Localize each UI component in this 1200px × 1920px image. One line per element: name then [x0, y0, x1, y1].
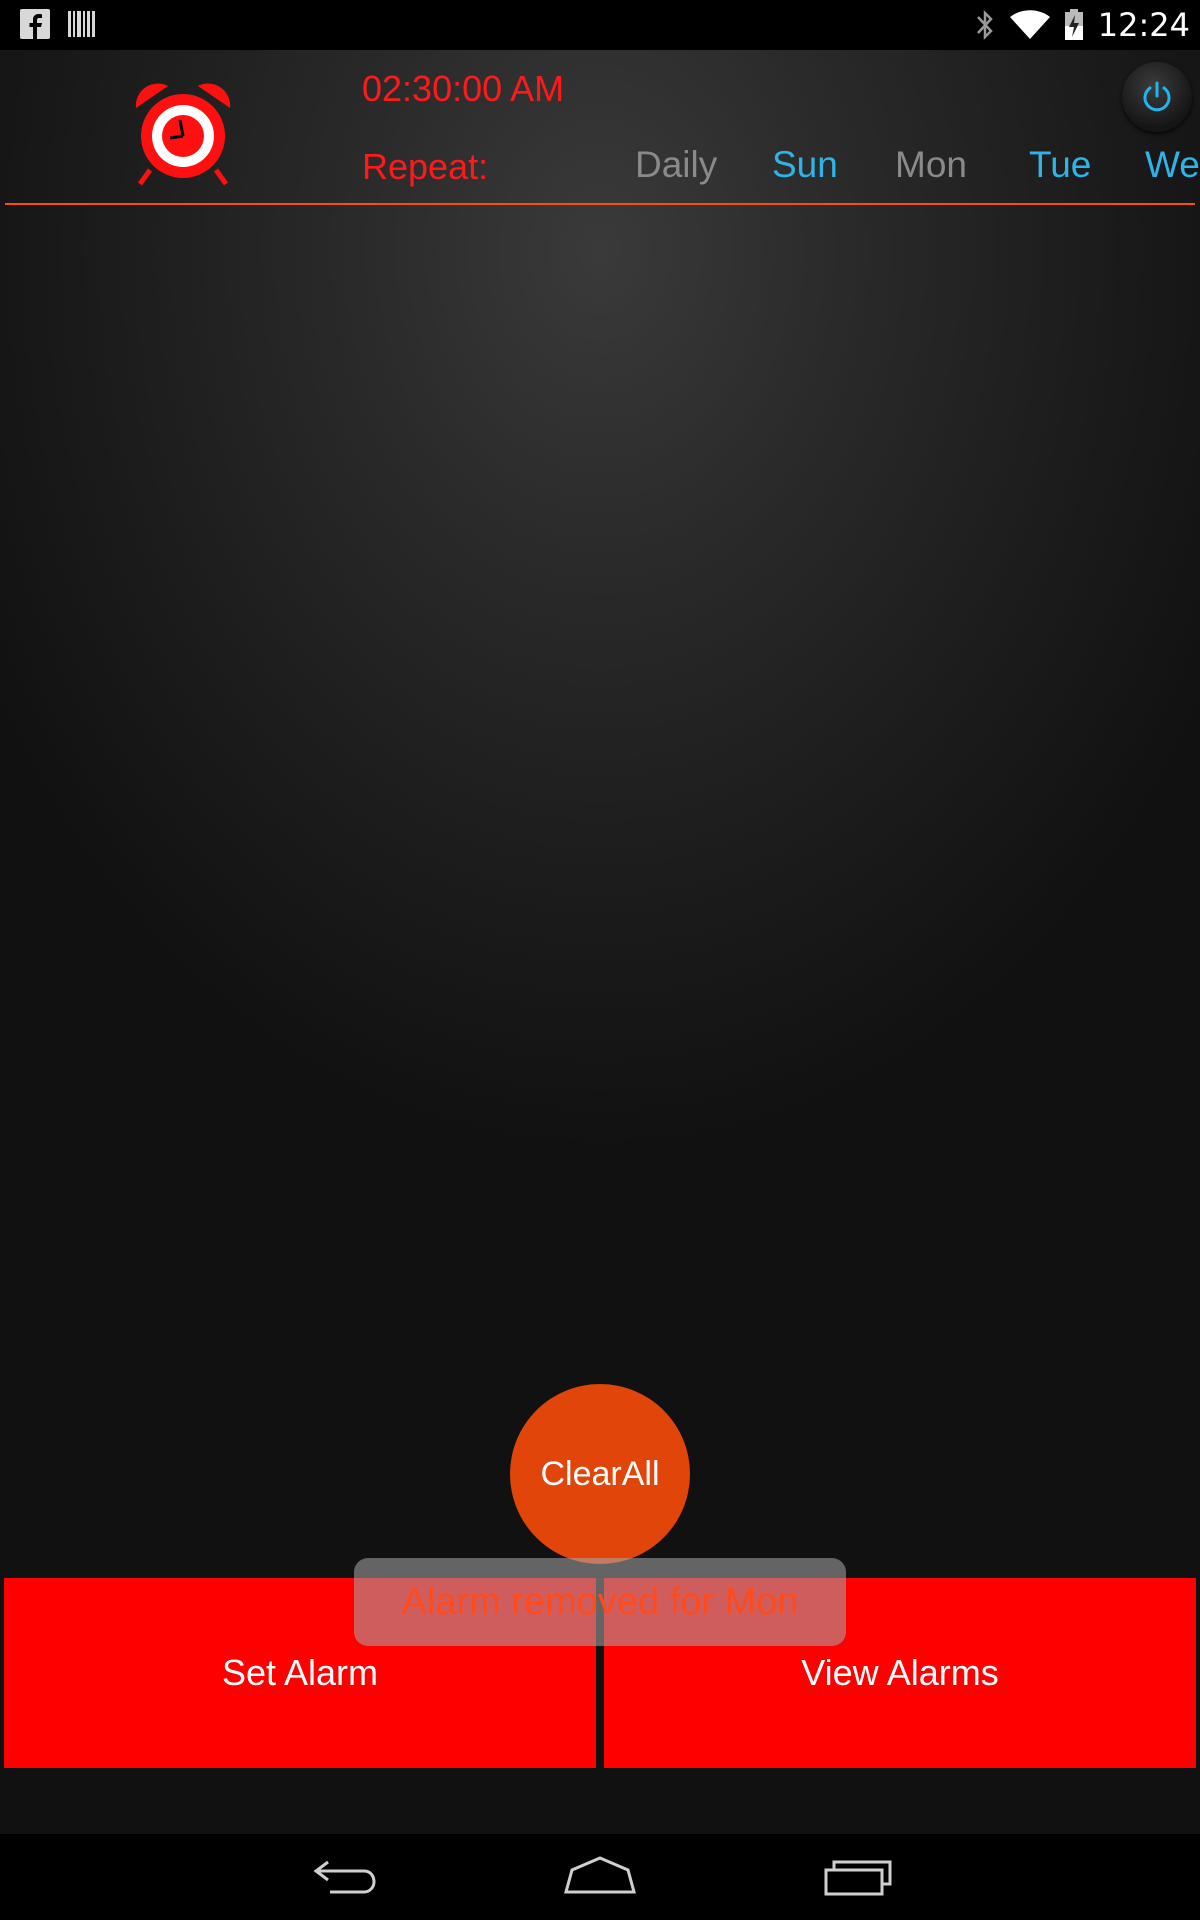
- bluetooth-icon: [976, 9, 993, 41]
- facebook-icon: [20, 9, 50, 39]
- repeat-label: Repeat:: [362, 146, 489, 187]
- status-clock: 12:24: [1097, 6, 1190, 44]
- wifi-icon: [1009, 10, 1050, 39]
- alarm-clock-icon: [135, 83, 231, 186]
- alarm-toggle-button[interactable]: [1122, 62, 1192, 132]
- navigation-bar: [0, 1834, 1200, 1920]
- alarm-time: 02:30:00 AM: [362, 68, 565, 109]
- day-wed[interactable]: We: [1145, 144, 1200, 186]
- day-tue[interactable]: Tue: [1029, 144, 1091, 186]
- status-bar: 12:24: [0, 0, 1200, 50]
- back-icon[interactable]: [308, 1854, 380, 1898]
- day-selector: Daily Sun Mon Tue We: [600, 144, 1200, 194]
- power-icon: [1143, 81, 1171, 112]
- clear-all-button[interactable]: ClearAll: [510, 1384, 690, 1564]
- day-sun[interactable]: Sun: [772, 144, 838, 186]
- barcode-icon: [68, 11, 95, 37]
- home-icon[interactable]: [562, 1854, 638, 1898]
- battery-icon: [1064, 9, 1083, 40]
- day-mon[interactable]: Mon: [895, 144, 967, 186]
- row-divider: [5, 203, 1195, 205]
- alarm-row[interactable]: 02:30:00 AM Repeat: Daily Sun Mon Tue We: [0, 50, 1200, 205]
- toast-message: Alarm removed for Mon: [354, 1558, 846, 1646]
- recents-icon[interactable]: [822, 1854, 894, 1898]
- day-daily[interactable]: Daily: [635, 144, 717, 186]
